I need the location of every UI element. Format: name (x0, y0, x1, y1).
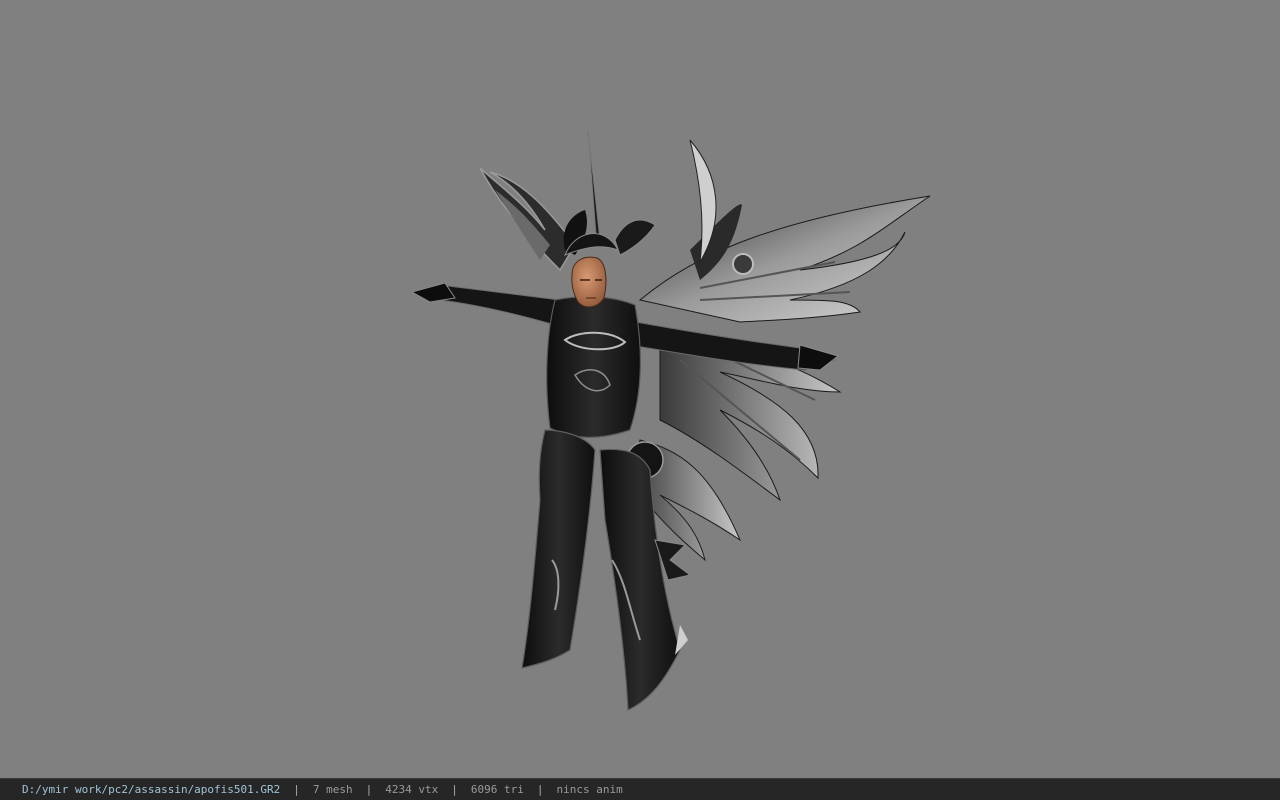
status-bar: D:/ymir work/pc2/assassin/apofis501.GR2 |… (0, 778, 1280, 800)
vertex-count: 4234 vtx (385, 783, 439, 796)
triangle-count: 6096 tri (470, 783, 524, 796)
character-model[interactable] (0, 0, 1280, 778)
separator: | (536, 783, 544, 796)
separator: | (293, 783, 300, 796)
file-path: D:/ymir work/pc2/assassin/apofis501.GR2 (22, 783, 281, 796)
mesh-count: 7 mesh (312, 783, 353, 796)
right-wing (638, 139, 931, 502)
3d-viewport[interactable] (0, 0, 1280, 778)
left-arm (410, 282, 561, 326)
separator: | (365, 783, 373, 796)
separator: | (451, 783, 458, 796)
head (564, 233, 620, 308)
animation-status: nincs anim (556, 783, 623, 796)
